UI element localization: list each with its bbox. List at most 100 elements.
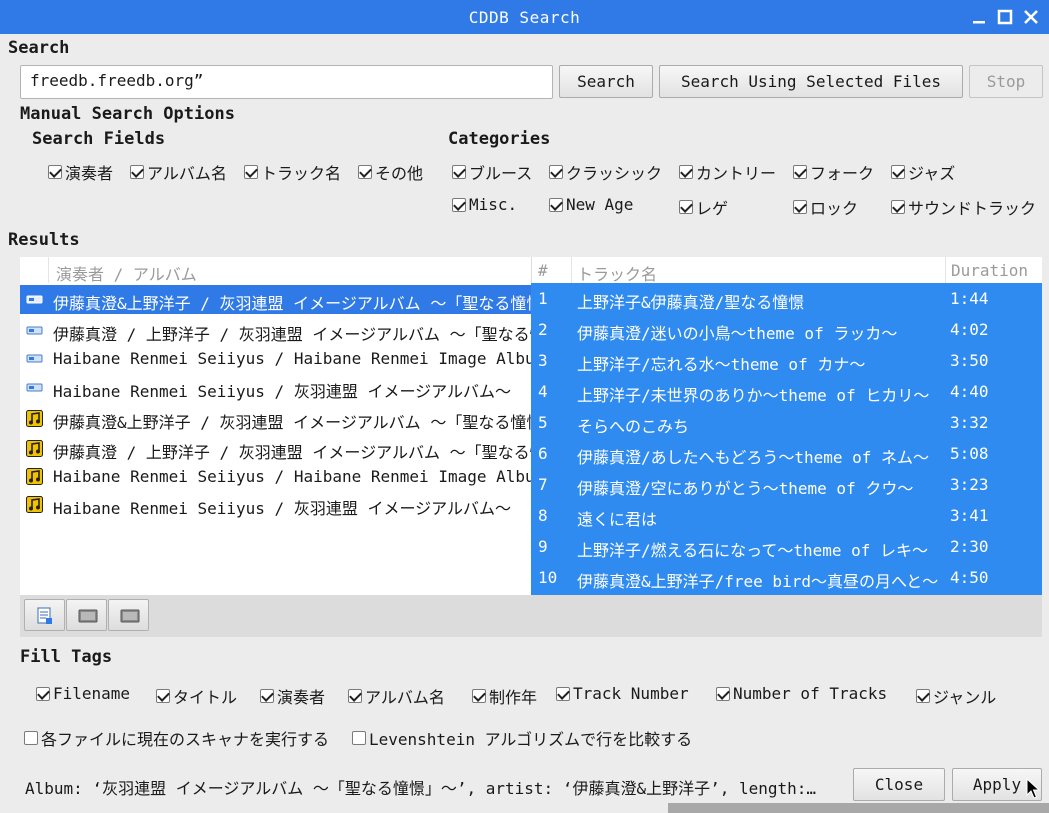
track-row[interactable]: 10 伊藤真澄&上野洋子/free bird～真昼の月へと～ 4:50 (531, 562, 1042, 593)
track-row[interactable]: 4 上野洋子/未世界のありか～theme of ヒカリ～ 4:40 (531, 376, 1042, 407)
track-list[interactable]: 1 上野洋子&伊藤真澄/聖なる憧憬 1:44 2 伊藤真澄/迷いの小鳥～theme o… (531, 283, 1042, 595)
maximize-icon[interactable] (996, 8, 1014, 26)
checkbox[interactable] (549, 197, 563, 212)
minimize-icon[interactable] (970, 8, 988, 26)
checkbox[interactable] (556, 686, 570, 701)
search-section-label: Search (8, 38, 70, 58)
category-checkbox-newage[interactable]: New Age (549, 195, 633, 214)
category-checkbox-rock[interactable]: ロック (793, 195, 858, 219)
checkbox[interactable] (358, 165, 372, 179)
results-toolbar (20, 595, 1042, 637)
track-row[interactable]: 6 伊藤真澄/あしたへもどろう～theme of ネム～ 5:08 (531, 438, 1042, 469)
server-input[interactable]: freedb.freedb.org” (20, 65, 553, 99)
edit-tags-button[interactable] (24, 599, 65, 631)
field-checkbox-artist[interactable]: 演奏者 (48, 160, 113, 184)
checkbox[interactable] (348, 689, 362, 703)
music-note-icon (26, 410, 43, 427)
search-selected-files-button[interactable]: Search Using Selected Files (659, 65, 963, 98)
field-checkbox-track[interactable]: トラック名 (244, 160, 341, 184)
track-row[interactable]: 5 そらへのこみち 3:32 (531, 407, 1042, 438)
category-checkbox-folk[interactable]: フォーク (793, 160, 874, 184)
cd-icon (26, 326, 43, 335)
checkbox[interactable] (793, 200, 807, 214)
category-checkbox-misc[interactable]: Misc. (452, 195, 517, 214)
category-checkbox-classical[interactable]: クラッシック (549, 160, 662, 184)
fill-checkbox-genre[interactable]: ジャンル (916, 684, 996, 708)
fill-checkbox-track-number[interactable]: Track Number (556, 684, 689, 703)
checkbox[interactable] (156, 689, 170, 703)
fill-checkbox-artist[interactable]: 演奏者 (260, 684, 325, 708)
track-row[interactable]: 1 上野洋子&伊藤真澄/聖なる憧憬 1:44 (531, 283, 1042, 314)
album-list[interactable]: 演奏者 / アルバム 伊藤真澄&上野洋子 / 灰羽連盟 イメージアルバム ～「聖… (20, 257, 531, 595)
collapse-button[interactable] (66, 599, 107, 631)
checkbox[interactable] (716, 686, 730, 701)
fill-checkbox-album[interactable]: アルバム名 (348, 684, 445, 708)
track-num-column-header[interactable]: # (538, 261, 548, 280)
album-row[interactable]: Haibane Renmei Seiiyus / Haibane Renmei … (20, 344, 531, 373)
search-fields-label: Search Fields (32, 129, 166, 149)
category-checkbox-jazz[interactable]: ジャズ (891, 160, 955, 184)
fill-checkbox-number-of-tracks[interactable]: Number of Tracks (716, 684, 887, 703)
checkbox[interactable] (549, 165, 563, 179)
track-row[interactable]: 7 伊藤真澄/空にありがとう～theme of クウ～ 3:23 (531, 469, 1042, 500)
checkbox[interactable] (130, 165, 144, 179)
track-row[interactable]: 3 上野洋子/忘れる水～theme of カナ～ 3:50 (531, 345, 1042, 376)
checkbox[interactable] (891, 165, 905, 179)
window-edge-shadow (668, 803, 1049, 813)
header-divider (48, 257, 49, 283)
search-button[interactable]: Search (559, 65, 653, 98)
checkbox[interactable] (48, 165, 62, 179)
checkbox[interactable] (260, 689, 274, 703)
track-list-header: # トラック名 Duration (531, 257, 1042, 283)
cd-icon (26, 354, 43, 363)
fill-tags-label: Fill Tags (20, 647, 113, 667)
fill-checkbox-title[interactable]: タイトル (156, 684, 237, 708)
music-note-icon (26, 496, 43, 513)
levenshtein-checkbox[interactable]: Levenshtein アルゴリズムで行を比較する (352, 726, 692, 750)
album-row[interactable]: Haibane Renmei Seiiyus / 灰羽連盟 イメージアルバム～ (20, 373, 531, 402)
album-column-header[interactable]: 演奏者 / アルバム (56, 261, 197, 285)
cd-icon (26, 295, 43, 304)
checkbox[interactable] (891, 200, 905, 214)
checkbox[interactable] (24, 731, 38, 745)
album-row[interactable]: 伊藤真澄 / 上野洋子 / 灰羽連盟 イメージアルバム ～「聖なる憧憬」～ (20, 434, 531, 463)
field-checkbox-album[interactable]: アルバム名 (130, 160, 227, 184)
field-checkbox-other[interactable]: その他 (358, 160, 423, 184)
music-note-icon (26, 468, 43, 485)
checkbox[interactable] (352, 731, 366, 745)
close-icon[interactable] (1022, 8, 1040, 26)
checkbox[interactable] (452, 197, 466, 212)
title-bar[interactable]: CDDB Search (0, 0, 1049, 34)
fill-checkbox-filename[interactable]: Filename (36, 684, 130, 703)
duration-column-header[interactable]: Duration (951, 261, 1028, 280)
checkbox[interactable] (679, 200, 693, 214)
expand-button[interactable] (108, 599, 149, 631)
checkbox[interactable] (916, 689, 930, 703)
album-row[interactable]: 伊藤真澄 / 上野洋子 / 灰羽連盟 イメージアルバム ～「聖なる憧憬」～ (20, 316, 531, 345)
categories-label: Categories (448, 129, 551, 149)
run-scanner-checkbox[interactable]: 各ファイルに現在のスキャナを実行する (24, 726, 329, 750)
checkbox[interactable] (793, 165, 807, 179)
album-row[interactable]: Haibane Renmei Seiiyus / 灰羽連盟 イメージアルバム～ (20, 490, 531, 519)
checkbox[interactable] (472, 689, 486, 703)
category-checkbox-country[interactable]: カントリー (679, 160, 776, 184)
mouse-cursor-icon (1026, 778, 1040, 799)
album-row[interactable]: 伊藤真澄&上野洋子 / 灰羽連盟 イメージアルバム ～「聖なる憧憬」～ (20, 404, 531, 433)
category-checkbox-soundtrack[interactable]: サウンドトラック (891, 195, 1036, 219)
fill-checkbox-year[interactable]: 制作年 (472, 684, 537, 708)
category-checkbox-blues[interactable]: ブルース (452, 160, 532, 184)
track-row[interactable]: 2 伊藤真澄/迷いの小鳥～theme of ラッカ～ 4:02 (531, 314, 1042, 345)
checkbox[interactable] (244, 165, 258, 179)
track-row[interactable]: 8 遠くに君は 3:41 (531, 500, 1042, 531)
checkbox[interactable] (452, 165, 466, 179)
cd-icon (26, 383, 43, 392)
stop-button[interactable]: Stop (969, 65, 1043, 98)
close-button[interactable]: Close (853, 768, 945, 801)
track-row[interactable]: 9 上野洋子/燃える石になって～theme of レキ～ 2:30 (531, 531, 1042, 562)
checkbox[interactable] (679, 165, 693, 179)
category-checkbox-reggae[interactable]: レゲ (679, 195, 728, 219)
checkbox[interactable] (36, 686, 50, 701)
track-name-column-header[interactable]: トラック名 (577, 261, 657, 283)
album-row[interactable]: Haibane Renmei Seiiyus / Haibane Renmei … (20, 462, 531, 491)
album-row[interactable]: 伊藤真澄&上野洋子 / 灰羽連盟 イメージアルバム ～「聖なる憧憬」～ (20, 285, 531, 314)
